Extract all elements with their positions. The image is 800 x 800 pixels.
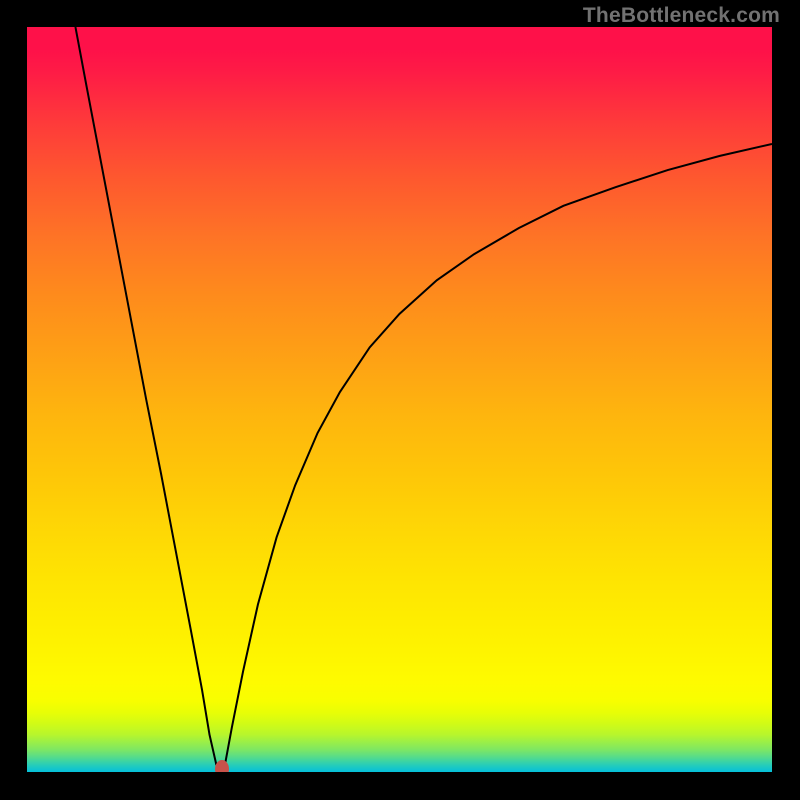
plot-area <box>27 27 772 772</box>
watermark-text: TheBottleneck.com <box>583 4 780 28</box>
curve-left-branch <box>75 27 217 768</box>
bottleneck-curve <box>27 27 772 772</box>
optimal-point-dot <box>215 760 229 772</box>
chart-frame: TheBottleneck.com <box>0 0 800 800</box>
curve-right-branch <box>224 144 772 768</box>
